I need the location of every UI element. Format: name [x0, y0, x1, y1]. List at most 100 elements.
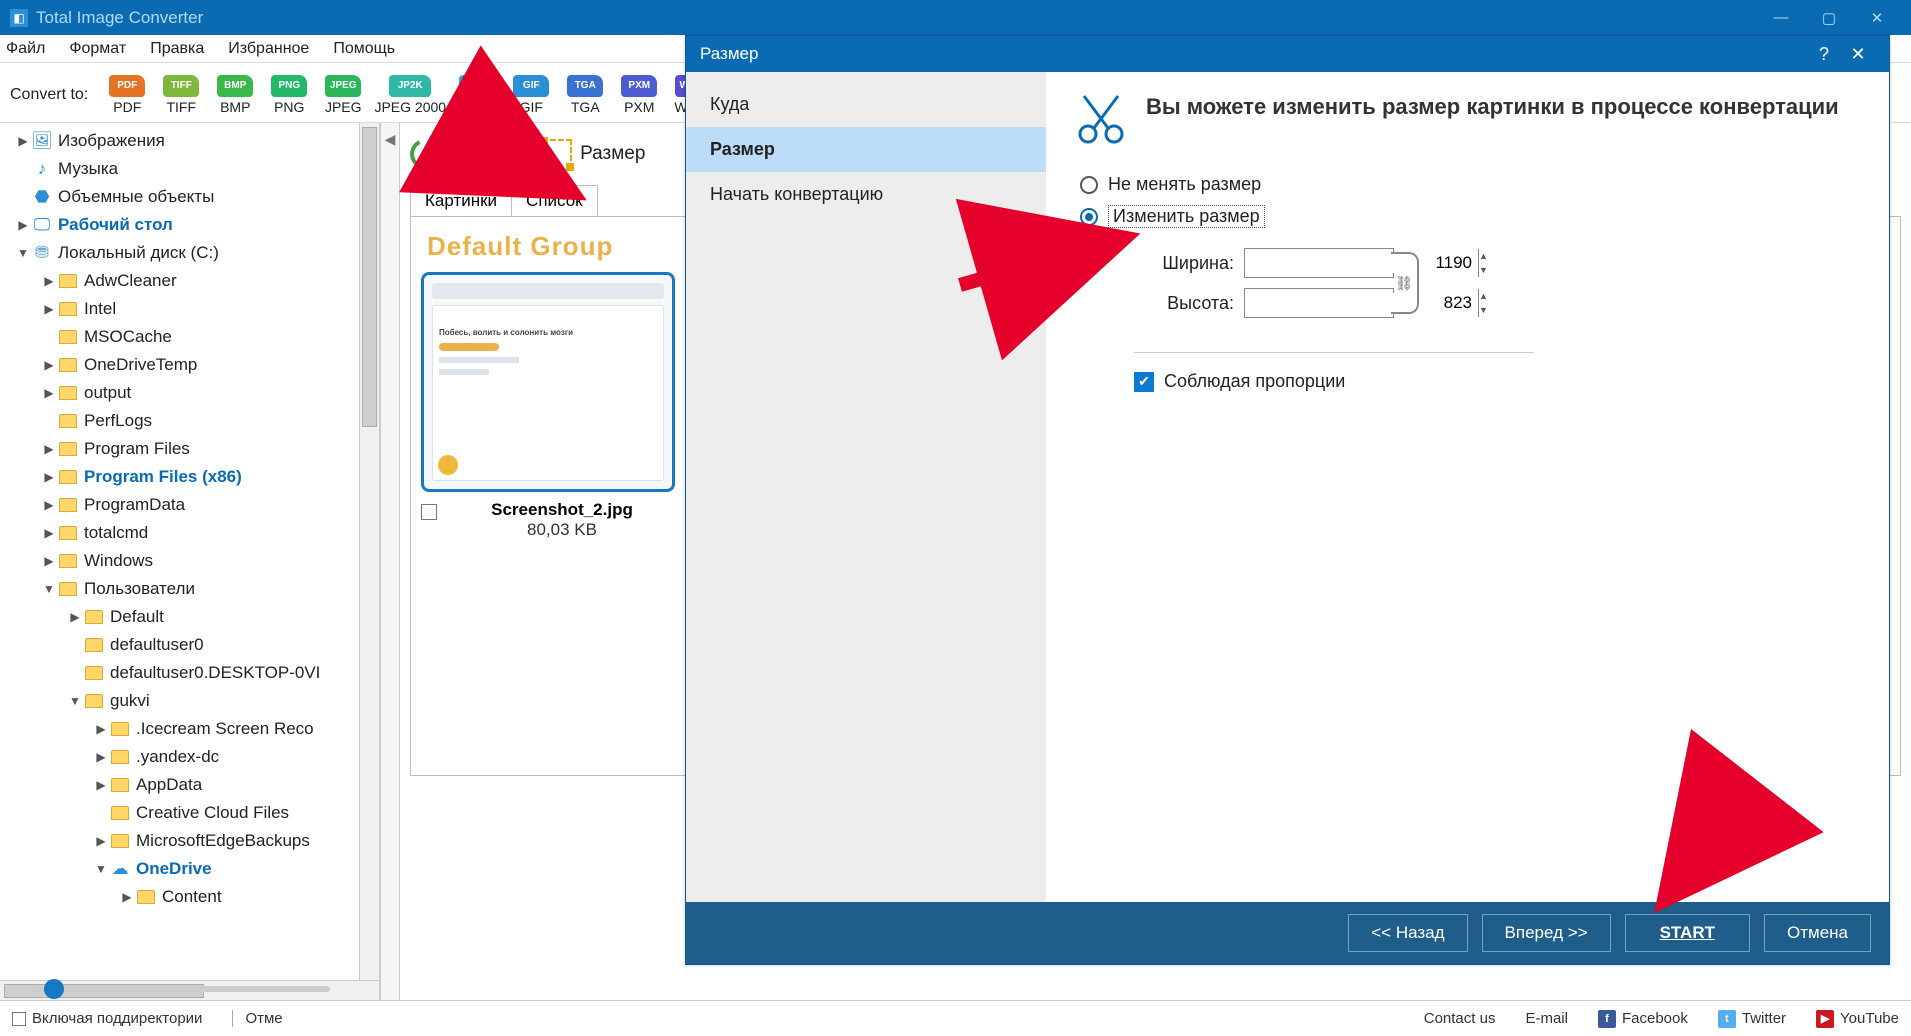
- thumbnail-checkbox[interactable]: [421, 504, 437, 520]
- resize-dialog: Размер ? ✕ Куда Размер Начать конвертаци…: [685, 35, 1890, 965]
- format-ico[interactable]: ICOICO: [454, 75, 500, 115]
- tree-item[interactable]: ▶output: [4, 379, 379, 407]
- radio-keep-size-input[interactable]: [1080, 176, 1098, 194]
- tree-item[interactable]: ▶🖵Рабочий стол: [4, 211, 379, 239]
- maximize-button[interactable]: ▢: [1805, 0, 1853, 35]
- app-icon: ◧: [10, 9, 28, 27]
- menu-help[interactable]: Помощь: [333, 40, 395, 58]
- width-down[interactable]: ▼: [1479, 263, 1488, 277]
- tree-scrollbar[interactable]: [359, 123, 379, 980]
- tree-item[interactable]: ⬣Объемные объекты: [4, 183, 379, 211]
- folder-tree-panel: ▶🖼Изображения♪Музыка⬣Объемные объекты▶🖵Р…: [0, 123, 380, 1000]
- tab-list[interactable]: Список: [511, 185, 598, 216]
- tree-item[interactable]: ▶Intel: [4, 295, 379, 323]
- tree-item[interactable]: MSOCache: [4, 323, 379, 351]
- width-up[interactable]: ▲: [1479, 249, 1488, 263]
- tree-item[interactable]: ▼gukvi: [4, 687, 379, 715]
- tree-item[interactable]: ▶MicrosoftEdgeBackups: [4, 827, 379, 855]
- tree-item[interactable]: Creative Cloud Files: [4, 799, 379, 827]
- back-button[interactable]: << Назад: [1348, 914, 1467, 952]
- tree-item[interactable]: ▶.Icecream Screen Reco: [4, 715, 379, 743]
- radio-resize-input[interactable]: [1080, 208, 1098, 226]
- dialog-close-button[interactable]: ✕: [1841, 44, 1875, 65]
- height-up[interactable]: ▲: [1479, 289, 1488, 303]
- tree-item[interactable]: ▶🖼Изображения: [4, 127, 379, 155]
- tree-item[interactable]: PerfLogs: [4, 407, 379, 435]
- twitter-link[interactable]: tTwitter: [1718, 1010, 1786, 1028]
- zoom-knob[interactable]: [44, 979, 64, 999]
- tab-pictures[interactable]: Картинки: [410, 185, 512, 216]
- keep-ratio-row[interactable]: ✔ Соблюдая пропорции: [1134, 371, 1861, 392]
- format-tga[interactable]: TGATGA: [562, 75, 608, 115]
- tree-item[interactable]: ♪Музыка: [4, 155, 379, 183]
- width-input[interactable]: [1245, 253, 1478, 273]
- tree-item[interactable]: defaultuser0: [4, 631, 379, 659]
- dialog-heading: Вы можете изменить размер картинки в про…: [1146, 92, 1839, 122]
- format-jpeg[interactable]: JPEGJPEG: [320, 75, 366, 115]
- dialog-step-convert[interactable]: Начать конвертацию: [686, 172, 1046, 217]
- thumbnail-image[interactable]: Побесь, волить и солонить мозги: [421, 272, 675, 492]
- dialog-title-bar[interactable]: Размер ? ✕: [686, 36, 1889, 72]
- minimize-button[interactable]: —: [1757, 0, 1805, 35]
- include-subdirs[interactable]: Включая поддиректории: [12, 1010, 202, 1027]
- start-button[interactable]: START: [1625, 914, 1750, 952]
- dialog-help-button[interactable]: ?: [1807, 44, 1841, 65]
- tree-item[interactable]: ▶OneDriveTemp: [4, 351, 379, 379]
- format-jpeg2000[interactable]: JP2KJPEG 2000: [374, 75, 446, 115]
- tree-item[interactable]: ▶Content: [4, 883, 379, 911]
- tree-item[interactable]: ▶.yandex-dc: [4, 743, 379, 771]
- youtube-link[interactable]: ▶YouTube: [1816, 1010, 1899, 1028]
- tree-item[interactable]: defaultuser0.DESKTOP-0VI: [4, 659, 379, 687]
- convert-to-label: Convert to:: [10, 86, 88, 104]
- keep-ratio-checkbox[interactable]: ✔: [1134, 372, 1154, 392]
- tree-item[interactable]: ▶AppData: [4, 771, 379, 799]
- divider: [1134, 352, 1534, 353]
- folder-tree[interactable]: ▶🖼Изображения♪Музыка⬣Объемные объекты▶🖵Р…: [0, 123, 379, 980]
- format-pxm[interactable]: PXMPXM: [616, 75, 662, 115]
- cancel-button[interactable]: Отмена: [1764, 914, 1871, 952]
- radio-keep-size[interactable]: Не менять размер: [1080, 174, 1861, 195]
- close-button[interactable]: ✕: [1853, 0, 1901, 35]
- zoom-slider[interactable]: [30, 986, 330, 992]
- mark-option[interactable]: Отме: [232, 1010, 282, 1027]
- tree-item[interactable]: ▼Пользователи: [4, 575, 379, 603]
- radio-resize[interactable]: Изменить размер: [1080, 205, 1861, 228]
- format-gif[interactable]: GIFGIF: [508, 75, 554, 115]
- format-pdf[interactable]: PDFPDF: [104, 75, 150, 115]
- resize-label: Размер: [580, 143, 645, 165]
- format-tiff[interactable]: TIFFTIFF: [158, 75, 204, 115]
- dialog-step-size[interactable]: Размер: [686, 127, 1046, 172]
- tree-item[interactable]: ▶Program Files (x86): [4, 463, 379, 491]
- rotate-button[interactable]: Поворот: [410, 139, 522, 169]
- next-button[interactable]: Вперед >>: [1482, 914, 1611, 952]
- format-bmp[interactable]: BMPBMP: [212, 75, 258, 115]
- thumbnail-card[interactable]: Побесь, волить и солонить мозги Screensh…: [421, 272, 675, 540]
- tree-item[interactable]: ▶Windows: [4, 547, 379, 575]
- tree-item[interactable]: ▼⛃Локальный диск (C:): [4, 239, 379, 267]
- tree-item[interactable]: ▶Default: [4, 603, 379, 631]
- contact-us-link[interactable]: Contact us: [1424, 1010, 1496, 1027]
- scissors-icon: [1074, 92, 1128, 146]
- dialog-step-where[interactable]: Куда: [686, 82, 1046, 127]
- facebook-link[interactable]: fFacebook: [1598, 1010, 1688, 1028]
- tree-item[interactable]: ▶AdwCleaner: [4, 267, 379, 295]
- tree-item[interactable]: ▶totalcmd: [4, 519, 379, 547]
- height-down[interactable]: ▼: [1479, 303, 1488, 317]
- width-spinner[interactable]: ▲▼: [1244, 248, 1394, 278]
- menu-favorites[interactable]: Избранное: [228, 40, 309, 58]
- menu-format[interactable]: Формат: [69, 40, 126, 58]
- resize-button[interactable]: Размер: [542, 139, 645, 169]
- height-input[interactable]: [1245, 293, 1478, 313]
- column-splitter[interactable]: ◀: [380, 123, 400, 1000]
- height-label: Высота:: [1134, 293, 1234, 314]
- thumbnail-filesize: 80,03 KB: [449, 520, 675, 540]
- tree-item[interactable]: ▼☁OneDrive: [4, 855, 379, 883]
- email-link[interactable]: E-mail: [1525, 1010, 1568, 1027]
- aspect-lock-icon[interactable]: [1391, 252, 1419, 314]
- tree-item[interactable]: ▶ProgramData: [4, 491, 379, 519]
- menu-file[interactable]: Файл: [6, 40, 45, 58]
- menu-edit[interactable]: Правка: [150, 40, 204, 58]
- height-spinner[interactable]: ▲▼: [1244, 288, 1394, 318]
- tree-item[interactable]: ▶Program Files: [4, 435, 379, 463]
- format-png[interactable]: PNGPNG: [266, 75, 312, 115]
